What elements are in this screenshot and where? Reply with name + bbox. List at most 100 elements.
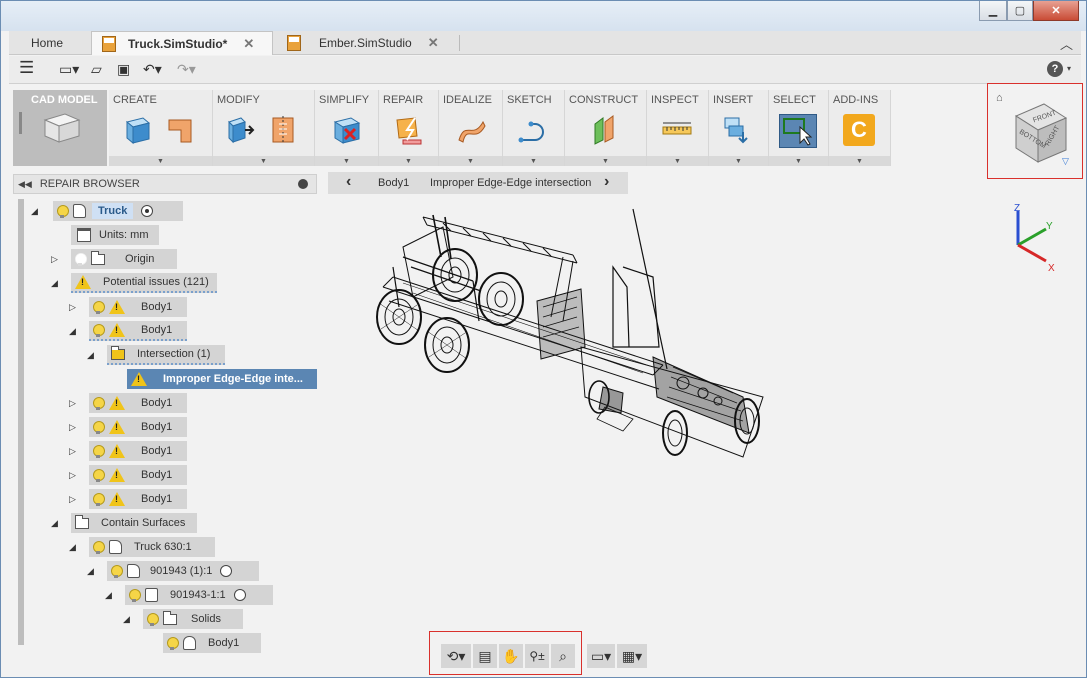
viewcube-menu-icon[interactable]: ▽ [1062, 156, 1069, 167]
visibility-bulb-icon[interactable] [57, 204, 69, 218]
tab-ember[interactable]: Ember.SimStudio ✕ [277, 31, 459, 55]
add-ins-icon[interactable]: C [843, 114, 875, 146]
grid-settings-icon[interactable]: ▦▾ [617, 644, 647, 668]
fit-icon[interactable]: ⌕ [551, 644, 575, 668]
expanded-triangle-icon[interactable]: ◢ [105, 590, 112, 601]
display-settings-icon[interactable]: ▭▾ [587, 644, 615, 668]
browser-options-icon[interactable] [298, 179, 308, 189]
tree-row[interactable]: 901943 (1):1 [107, 561, 259, 581]
visibility-bulb-icon[interactable] [93, 323, 105, 337]
tree-row[interactable]: Truck [53, 201, 183, 221]
tree-row[interactable]: Truck 630:1 [89, 537, 215, 557]
visibility-bulb-icon[interactable] [129, 588, 141, 602]
collapsed-triangle-icon[interactable]: ▷ [69, 302, 76, 313]
collapsed-triangle-icon[interactable]: ▷ [69, 446, 76, 457]
expanded-triangle-icon[interactable]: ◢ [69, 542, 76, 553]
offset-plane-icon[interactable] [589, 114, 621, 146]
construct-dropdown[interactable]: ▼ [565, 156, 646, 166]
press-pull-icon[interactable] [223, 114, 255, 146]
sketch-dropdown[interactable]: ▼ [503, 156, 564, 166]
visibility-bulb-icon[interactable] [147, 612, 159, 626]
minimize-button[interactable]: ▁ [979, 1, 1007, 21]
visibility-bulb-icon[interactable] [111, 564, 123, 578]
tree-row[interactable]: 901943-1:1 [125, 585, 273, 605]
tab-truck-close-icon[interactable]: ✕ [243, 36, 254, 52]
tree-row[interactable]: ! Body1 [89, 489, 187, 509]
tree-row[interactable]: ! Body1 [89, 393, 187, 413]
visibility-bulb-icon[interactable] [93, 396, 105, 410]
save-icon[interactable]: ▣ [117, 61, 130, 78]
open-folder-icon[interactable]: ▱ [91, 61, 102, 78]
new-file-icon[interactable]: ▭▾ [59, 61, 79, 78]
insert-dropdown[interactable]: ▼ [709, 156, 768, 166]
previous-issue-icon[interactable]: ‹ [346, 173, 351, 191]
visibility-bulb-icon[interactable] [167, 636, 179, 650]
idealize-dropdown[interactable]: ▼ [439, 156, 502, 166]
redo-icon[interactable]: ↷▾ [177, 61, 196, 78]
expanded-triangle-icon[interactable]: ◢ [51, 278, 58, 289]
visibility-bulb-icon[interactable] [93, 468, 105, 482]
inspect-dropdown[interactable]: ▼ [647, 156, 708, 166]
look-at-icon[interactable]: ▤ [473, 644, 497, 668]
remove-features-icon[interactable] [331, 114, 363, 146]
visibility-bulb-icon[interactable] [93, 444, 105, 458]
create-dropdown[interactable]: ▼ [109, 156, 212, 166]
tree-row[interactable]: ! Body1 [89, 417, 187, 437]
tree-row[interactable]: ! Body1 [89, 441, 187, 461]
visibility-bulb-icon[interactable] [93, 420, 105, 434]
window-close-button[interactable]: ✕ [1033, 1, 1079, 21]
split-body-icon[interactable] [267, 114, 299, 146]
tree-row-selected[interactable]: ! Improper Edge-Edge inte... [127, 369, 317, 389]
maximize-button[interactable]: ▢ [1007, 1, 1033, 21]
collapse-panel-icon[interactable]: ◀◀ [18, 179, 32, 190]
select-dropdown[interactable]: ▼ [769, 156, 828, 166]
visibility-bulb-icon[interactable] [93, 540, 105, 554]
collapsed-triangle-icon[interactable]: ▷ [69, 422, 76, 433]
extrude-shape-icon[interactable] [165, 114, 197, 146]
sketch-arc-icon[interactable] [517, 114, 549, 146]
tree-row[interactable]: Solids [143, 609, 243, 629]
tab-ember-close-icon[interactable]: ✕ [428, 35, 439, 51]
simplify-dropdown[interactable]: ▼ [315, 156, 378, 166]
tree-row[interactable]: ! Potential issues (121) [71, 273, 217, 293]
modify-dropdown[interactable]: ▼ [213, 156, 314, 166]
repair-icon[interactable] [393, 114, 425, 146]
collapsed-triangle-icon[interactable]: ▷ [69, 470, 76, 481]
select-window-icon[interactable] [779, 114, 817, 148]
expanded-triangle-icon[interactable]: ◢ [31, 206, 38, 217]
breadcrumb-issue[interactable]: Improper Edge-Edge intersection [430, 177, 591, 189]
activate-radio-icon[interactable] [220, 565, 233, 577]
zoom-icon[interactable]: ⚲± [525, 644, 549, 668]
orbit-icon[interactable]: ⟲▾ [441, 644, 471, 668]
tree-scroll-rail[interactable] [18, 199, 24, 645]
expanded-triangle-icon[interactable]: ◢ [87, 350, 94, 361]
collapsed-triangle-icon[interactable]: ▷ [51, 254, 58, 265]
visibility-bulb-icon[interactable] [93, 492, 105, 506]
expanded-triangle-icon[interactable]: ◢ [51, 518, 58, 529]
repair-dropdown[interactable]: ▼ [379, 156, 438, 166]
tab-truck[interactable]: Truck.SimStudio* ✕ [91, 31, 273, 55]
next-issue-icon[interactable]: › [604, 173, 609, 191]
tree-row[interactable]: ! Body1 [89, 465, 187, 485]
truck-wireframe-model[interactable] [323, 197, 1083, 641]
visibility-bulb-icon[interactable] [93, 300, 105, 314]
cad-model-workspace-button[interactable]: CAD MODEL [13, 90, 107, 166]
tree-row[interactable]: Contain Surfaces [71, 513, 197, 533]
3d-viewport[interactable] [323, 197, 1083, 641]
insert-icon[interactable] [721, 114, 753, 146]
help-icon[interactable]: ? [1047, 61, 1063, 77]
measure-icon[interactable] [661, 114, 693, 146]
collapsed-triangle-icon[interactable]: ▷ [69, 398, 76, 409]
active-radio-icon[interactable] [141, 205, 154, 217]
expanded-triangle-icon[interactable]: ◢ [123, 614, 130, 625]
undo-icon[interactable]: ↶▾ [143, 61, 162, 78]
collapsed-triangle-icon[interactable]: ▷ [69, 494, 76, 505]
help-dropdown-icon[interactable]: ▾ [1067, 64, 1071, 73]
tree-row[interactable]: Units: mm [71, 225, 159, 245]
breadcrumb-body[interactable]: Body1 [378, 177, 409, 189]
tree-row[interactable]: Body1 [163, 633, 261, 653]
add-ins-dropdown[interactable]: ▼ [829, 156, 890, 166]
pan-hand-icon[interactable]: ✋ [499, 644, 523, 668]
tab-home[interactable]: Home [9, 31, 91, 55]
midsurface-icon[interactable] [455, 114, 487, 146]
